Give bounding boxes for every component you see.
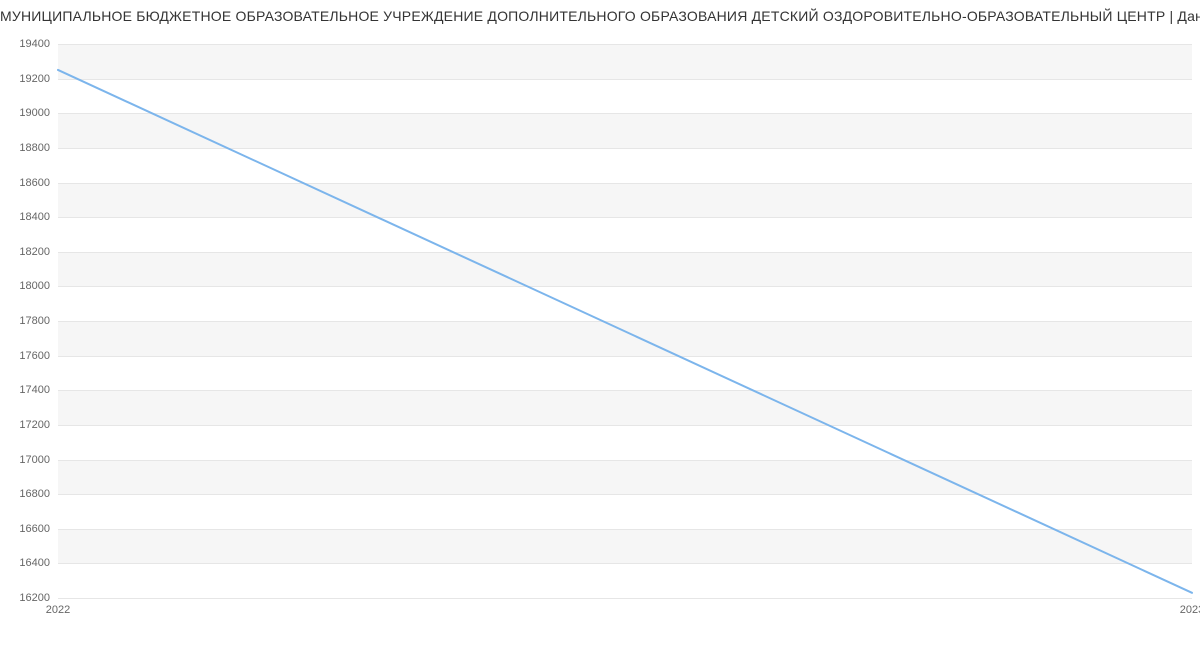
y-tick-label: 19000: [0, 107, 50, 119]
plot-area: [58, 44, 1192, 599]
y-tick-label: 16600: [0, 523, 50, 535]
line-series: [58, 44, 1192, 598]
y-tick-label: 17400: [0, 384, 50, 396]
y-tick-label: 18000: [0, 280, 50, 292]
y-gridline: [58, 598, 1192, 599]
chart-container: МУНИЦИПАЛЬНОЕ БЮДЖЕТНОЕ ОБРАЗОВАТЕЛЬНОЕ …: [0, 0, 1200, 650]
y-tick-label: 18600: [0, 177, 50, 189]
x-tick-label: 2022: [46, 604, 70, 616]
y-tick-label: 18400: [0, 211, 50, 223]
y-tick-label: 18800: [0, 142, 50, 154]
y-tick-label: 17600: [0, 350, 50, 362]
y-tick-label: 17200: [0, 419, 50, 431]
series-line: [58, 70, 1192, 593]
y-tick-label: 19400: [0, 38, 50, 50]
y-tick-label: 17000: [0, 454, 50, 466]
chart-title: МУНИЦИПАЛЬНОЕ БЮДЖЕТНОЕ ОБРАЗОВАТЕЛЬНОЕ …: [0, 8, 1200, 24]
y-tick-label: 18200: [0, 246, 50, 258]
y-tick-label: 19200: [0, 73, 50, 85]
y-tick-label: 17800: [0, 315, 50, 327]
x-tick-label: 2023: [1180, 604, 1200, 616]
y-tick-label: 16200: [0, 592, 50, 604]
y-tick-label: 16800: [0, 488, 50, 500]
y-tick-label: 16400: [0, 557, 50, 569]
